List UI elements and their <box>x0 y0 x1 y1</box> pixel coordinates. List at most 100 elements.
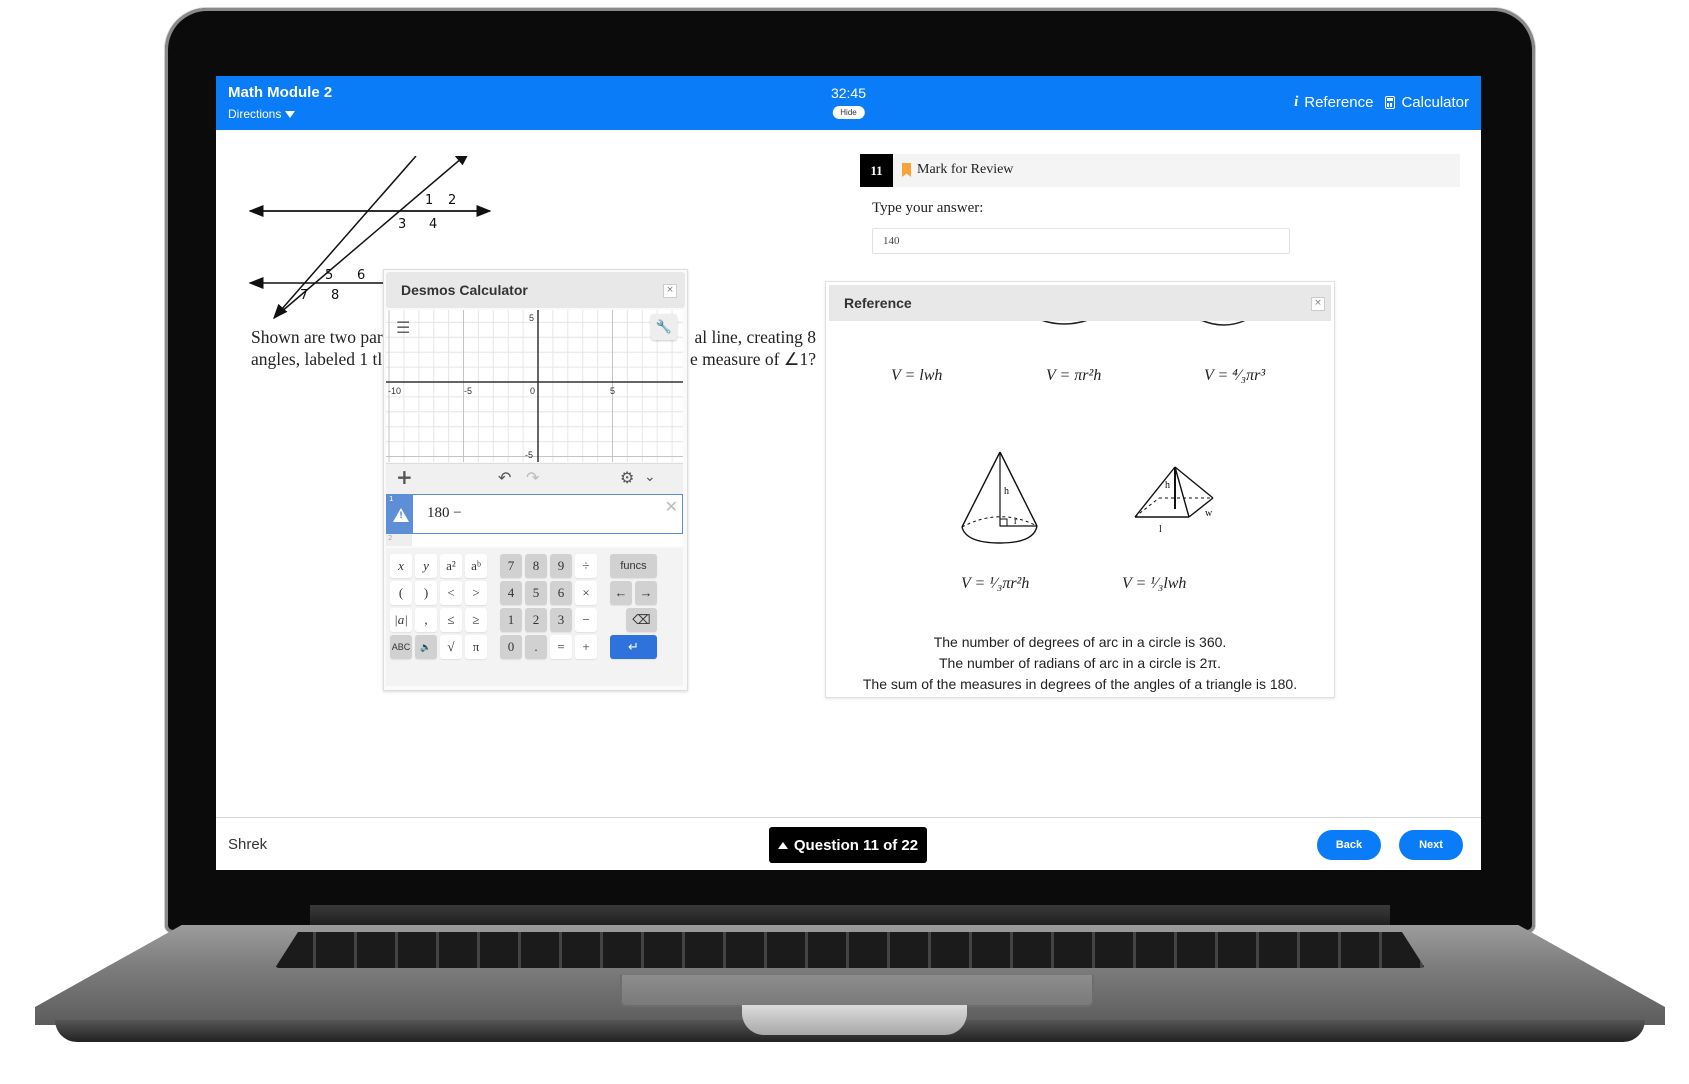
keypad-key[interactable]: = <box>550 635 572 659</box>
arrow-left-key[interactable]: ← <box>610 581 632 605</box>
collapse-chevron-icon[interactable]: ⌄ <box>644 469 656 485</box>
wrench-icon[interactable]: 🔧 <box>651 314 677 340</box>
keypad-key[interactable]: × <box>575 581 597 605</box>
reference-button[interactable]: i Reference <box>1294 94 1373 111</box>
question-text-line2-left: angles, labeled 1 tl <box>251 349 383 369</box>
keypad-key[interactable]: y <box>415 554 437 578</box>
keypad-key[interactable]: |a| <box>390 608 412 632</box>
pyramid-w-label: w <box>1205 508 1213 519</box>
keypad-key[interactable]: ) <box>415 581 437 605</box>
answer-input[interactable] <box>872 228 1290 254</box>
laptop-keyboard <box>275 932 1425 968</box>
back-button[interactable]: Back <box>1317 830 1381 860</box>
user-name: Shrek <box>228 836 268 853</box>
expression-row[interactable]: 2 <box>386 534 683 546</box>
keypad-key[interactable]: aᵇ <box>465 554 487 578</box>
reference-fact-degrees: The number of degrees of arc in a circle… <box>933 634 1227 650</box>
expression-row[interactable]: 1 180 − ✕ <box>386 494 683 534</box>
keypad-key[interactable]: 0 <box>500 635 522 659</box>
reference-fact-triangle: The sum of the measures in degrees of th… <box>862 676 1298 692</box>
angle-label-5: 5 <box>325 268 333 283</box>
laptop-notch <box>742 1005 967 1035</box>
y-tick-label: 5 <box>529 313 534 323</box>
arrow-right-key[interactable]: → <box>635 581 657 605</box>
angle-label-6: 6 <box>357 268 365 283</box>
keypad-key[interactable]: 6 <box>550 581 572 605</box>
enter-key[interactable]: ↵ <box>610 635 657 659</box>
bookmark-icon <box>902 163 911 177</box>
cone-r-label: r <box>1014 516 1018 527</box>
keypad-key[interactable]: ( <box>390 581 412 605</box>
mark-for-review-toggle[interactable]: Mark for Review <box>902 162 1013 178</box>
keypad-key[interactable]: ≥ <box>465 608 487 632</box>
undo-icon[interactable]: ↶ <box>498 468 511 487</box>
question-navigator-button[interactable]: Question 11 of 22 <box>769 827 927 863</box>
keypad-key[interactable]: 3 <box>550 608 572 632</box>
caret-up-icon <box>777 841 788 849</box>
add-expression-icon[interactable]: + <box>396 465 413 489</box>
funcs-key[interactable]: funcs <box>610 554 657 578</box>
desmos-graph[interactable]: -10 -5 0 5 5 -5 ☰ 🔧 <box>386 310 683 462</box>
desmos-close-button[interactable]: × <box>663 284 677 298</box>
formula-cylinder: V = πr²h <box>1046 367 1102 384</box>
redo-icon[interactable]: ↷ <box>526 468 539 487</box>
graph-grid: -10 -5 0 5 5 -5 <box>386 310 683 462</box>
keypad-key[interactable]: + <box>575 635 597 659</box>
x-tick-label: 5 <box>610 386 615 396</box>
expression-input[interactable]: 180 − <box>427 505 462 522</box>
keypad-key[interactable]: 7 <box>500 554 522 578</box>
x-tick-label: 0 <box>530 386 535 396</box>
keypad-key[interactable]: x <box>390 554 412 578</box>
delete-expression-icon[interactable]: ✕ <box>665 497 678 516</box>
keypad-key[interactable]: √ <box>440 635 462 659</box>
timer: 32:45 <box>830 85 867 101</box>
angle-label-8: 8 <box>331 288 339 303</box>
keypad-key[interactable]: . <box>525 635 547 659</box>
keypad-key[interactable]: 2 <box>525 608 547 632</box>
keypad-key[interactable]: 8 <box>525 554 547 578</box>
pyramid-h-label: h <box>1165 480 1170 491</box>
hide-timer-button[interactable]: Hide <box>832 106 865 119</box>
x-tick-label: -10 <box>388 386 401 396</box>
keypad-key[interactable]: 5 <box>525 581 547 605</box>
keypad-key[interactable]: 9 <box>550 554 572 578</box>
pyramid-l-label: l <box>1159 524 1162 535</box>
caret-down-icon <box>285 110 296 118</box>
angle-label-7: 7 <box>300 288 308 303</box>
abc-key[interactable]: ABC <box>390 635 412 659</box>
directions-toggle[interactable]: Directions <box>228 107 296 121</box>
keypad-key[interactable]: ≤ <box>440 608 462 632</box>
calculator-icon <box>1385 96 1396 109</box>
keypad-key[interactable]: a² <box>440 554 462 578</box>
desmos-header[interactable]: Desmos Calculator × <box>386 272 685 308</box>
cone-diagram: h r <box>961 451 1038 544</box>
reference-fact-radians: The number of radians of arc in a circle… <box>938 655 1221 671</box>
keypad-key[interactable]: 1 <box>500 608 522 632</box>
app-footer: Shrek Question 11 of 22 Back Next <box>216 817 1481 870</box>
calculator-label: Calculator <box>1401 94 1469 111</box>
question-header-bar: 11 Mark for Review <box>860 154 1460 187</box>
keypad-key[interactable]: 4 <box>500 581 522 605</box>
keypad-key[interactable]: , <box>415 608 437 632</box>
settings-gear-icon[interactable]: ⚙ <box>620 468 634 487</box>
keypad-key[interactable]: π <box>465 635 487 659</box>
formula-pyramid: V = ¹⁄₃lwh <box>1122 575 1187 592</box>
audio-key[interactable]: 🔈 <box>415 635 437 659</box>
reference-close-button[interactable]: × <box>1311 297 1325 311</box>
next-button[interactable]: Next <box>1399 830 1463 860</box>
hamburger-menu-icon[interactable]: ☰ <box>396 318 410 337</box>
keypad-key[interactable]: ÷ <box>575 554 597 578</box>
keypad-key[interactable]: − <box>575 608 597 632</box>
reference-panel: Reference × V = lwh V = πr²h V = ⁴⁄₃πr³ … <box>825 281 1335 698</box>
question-number: 11 <box>860 154 893 187</box>
keypad-key[interactable]: > <box>465 581 487 605</box>
app-screen: Math Module 2 Directions 32:45 Hide i Re… <box>216 76 1481 870</box>
reference-title: Reference <box>844 295 912 311</box>
x-tick-label: -5 <box>464 386 472 396</box>
formula-cone: V = ¹⁄₃πr²h <box>961 575 1030 592</box>
reference-header[interactable]: Reference × <box>829 285 1331 321</box>
question-navigator-label: Question 11 of 22 <box>793 836 919 854</box>
keypad-key[interactable]: < <box>440 581 462 605</box>
backspace-key[interactable]: ⌫ <box>626 608 657 632</box>
calculator-button[interactable]: Calculator <box>1385 94 1469 111</box>
